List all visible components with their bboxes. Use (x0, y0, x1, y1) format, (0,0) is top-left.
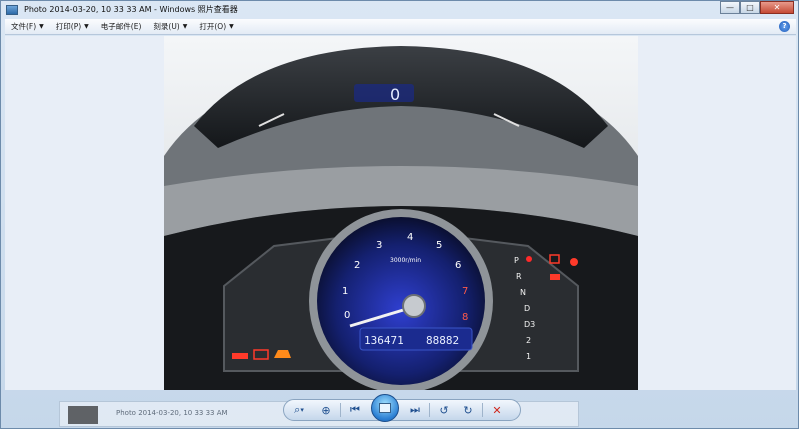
window-title: Photo 2014-03-20, 10 33 33 AM - Windows … (24, 5, 238, 14)
chevron-down-icon: ▼ (84, 23, 89, 30)
menu-open-label: 打开(O) (199, 22, 227, 31)
tach-tick-label: 1 (342, 286, 348, 297)
help-icon[interactable]: ? (779, 21, 790, 32)
gear-indicator: D (524, 304, 530, 313)
menu-print-label: 打印(P) (55, 22, 82, 31)
speedometer-digit: 0 (390, 85, 400, 104)
menu-file[interactable]: 文件(F) ▼ (5, 21, 50, 32)
background-thumbnail (68, 406, 98, 424)
tach-tick-label: 8 (462, 312, 468, 323)
rpm-label: 3000r/min (390, 257, 421, 264)
actual-size-icon: ⊕ (321, 403, 331, 417)
rotate-clockwise-button[interactable]: ↻ (456, 401, 480, 419)
previous-button[interactable]: ⏮ (343, 401, 367, 419)
menu-burn-label: 刻录(U) (153, 22, 180, 31)
tach-tick-label: 6 (455, 260, 461, 271)
gear-indicator: R (516, 272, 522, 281)
zoom-button[interactable]: ⌕ ▾ (284, 401, 314, 419)
tach-tick-label: 7 (462, 286, 468, 297)
toolbar-divider (340, 403, 341, 417)
chevron-down-icon: ▼ (39, 23, 44, 30)
gear-indicator: D3 (524, 320, 535, 329)
toolbar-divider (482, 403, 483, 417)
photo-viewer-window: Photo 2014-03-20, 10 33 33 AM - Windows … (0, 0, 799, 429)
chevron-down-icon: ▼ (229, 23, 234, 30)
tach-tick-label: 3 (376, 240, 382, 251)
menu-file-label: 文件(F) (11, 22, 37, 31)
menu-print[interactable]: 打印(P) ▼ (50, 21, 95, 32)
gear-indicator: 1 (526, 352, 531, 361)
rotate-cw-icon: ↻ (463, 403, 473, 417)
photo-viewer-app-icon (6, 4, 18, 15)
tach-tick-label: 4 (407, 232, 413, 243)
menu-bar: 文件(F) ▼ 打印(P) ▼ 电子邮件(E) 刻录(U) ▼ 打开(O) ▼ ? (5, 19, 796, 35)
chevron-down-icon: ▼ (182, 23, 188, 30)
background-file-title: Photo 2014-03-20, 10 33 33 AM (116, 409, 228, 417)
tach-tick-label: 2 (354, 260, 360, 271)
rotate-ccw-icon: ↺ (439, 403, 449, 417)
odometer-reading: 136471 (364, 334, 404, 347)
previous-icon: ⏮ (350, 403, 360, 416)
toolbar-divider (429, 403, 430, 417)
tach-tick-label: 0 (344, 310, 350, 321)
maximize-button[interactable]: □ (740, 1, 760, 14)
delete-button[interactable]: ✕ (485, 401, 509, 419)
close-button[interactable]: ✕ (760, 1, 794, 14)
bottom-bar: Photo 2014-03-20, 10 33 33 AM ⌕ ▾ ⊕ ⏮ ⏭ ↺… (1, 391, 798, 429)
dashboard-illustration: 0 0 1 2 3 4 5 6 7 8 3000r/min 136471 888… (164, 36, 638, 390)
chevron-down-icon: ▾ (300, 406, 304, 414)
actual-size-button[interactable]: ⊕ (314, 401, 338, 419)
viewer-toolbar: ⌕ ▾ ⊕ ⏮ ⏭ ↺ ↻ ✕ (283, 394, 521, 422)
gear-indicator: P (514, 256, 519, 265)
next-button[interactable]: ⏭ (403, 401, 427, 419)
minimize-button[interactable]: — (720, 1, 740, 14)
menu-email-label: 电子邮件(E) (100, 22, 142, 31)
slideshow-button[interactable] (371, 394, 399, 422)
delete-icon: ✕ (492, 403, 502, 417)
menu-email[interactable]: 电子邮件(E) (95, 21, 148, 32)
rotate-counterclockwise-button[interactable]: ↺ (432, 401, 456, 419)
dashboard-photo: 0 0 1 2 3 4 5 6 7 8 3000r/min 136471 888… (164, 36, 638, 390)
slideshow-icon (379, 403, 391, 413)
window-controls: — □ ✕ (720, 1, 794, 14)
trip-reading: 88882 (426, 334, 459, 347)
title-bar: Photo 2014-03-20, 10 33 33 AM - Windows … (1, 1, 798, 18)
menu-open[interactable]: 打开(O) ▼ (193, 21, 239, 32)
gear-indicator: N (520, 288, 526, 297)
menu-burn[interactable]: 刻录(U) ▼ (147, 21, 193, 32)
gear-indicator: 2 (526, 336, 531, 345)
tach-tick-label: 5 (436, 240, 442, 251)
next-icon: ⏭ (410, 403, 420, 416)
image-viewport[interactable]: 0 0 1 2 3 4 5 6 7 8 3000r/min 136471 888… (5, 36, 796, 390)
